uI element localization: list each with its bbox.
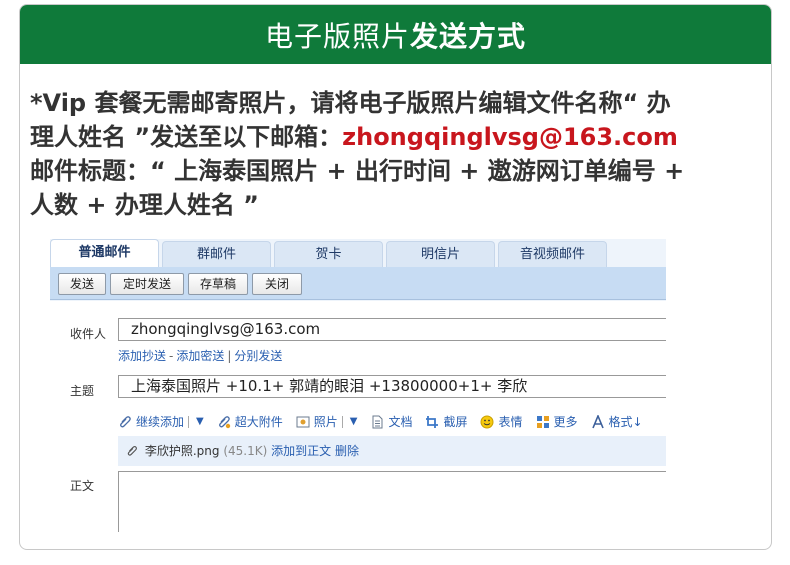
chevron-down-icon[interactable]: ▼ <box>196 416 204 427</box>
more-label: 更多 <box>553 415 578 429</box>
instruction-line-1: *Vip 套餐无需邮寄照片，请将电子版照片编辑文件名称“ 办 <box>30 89 671 117</box>
instruction-line-2-prefix: 理人姓名 ”发送至以下邮箱： <box>30 123 343 151</box>
instruction-line-2: 理人姓名 ”发送至以下邮箱：zhongqinglvsg@163.com <box>30 120 730 154</box>
divider <box>188 415 190 428</box>
photo-button[interactable]: 照片 ▼ <box>296 413 358 430</box>
document-button[interactable]: 文档 <box>370 413 412 430</box>
photo-icon <box>296 416 310 427</box>
separate-send-link[interactable]: 分别发送 <box>234 349 282 363</box>
divider <box>341 415 343 428</box>
add-cc-link[interactable]: 添加抄送 <box>118 349 166 363</box>
link-bar: | <box>227 349 232 363</box>
grid-icon <box>536 415 549 428</box>
more-button[interactable]: 更多 <box>536 413 578 430</box>
font-format-icon <box>591 414 604 428</box>
body-editor[interactable] <box>118 471 666 532</box>
continue-add-label: 继续添加 <box>136 415 185 429</box>
banner-title-bold: 发送方式 <box>410 19 527 53</box>
paperclip-icon <box>120 415 131 427</box>
compose-form-contents: 收件人 zhongqinglvsg@163.com 添加抄送 - 添加密送 | 分别发送… <box>50 239 666 532</box>
attachment-toolbar: 继续添加 ▼ 超大附件 照片 ▼ 文档 截屏 表情 更多 格式↓ <box>118 413 656 430</box>
continue-add-button[interactable]: 继续添加 ▼ <box>118 413 204 430</box>
instruction-line-4: 人数 + 办理人姓名 ” <box>30 191 259 219</box>
attachment-file-row: 李欣护照.png (45.1K) 添加到正文 删除 <box>118 436 666 466</box>
add-to-body-link[interactable]: 添加到正文 <box>271 444 331 458</box>
subject-label: 主题 <box>70 384 95 398</box>
delete-attachment-link[interactable]: 删除 <box>335 444 359 458</box>
link-dash: - <box>169 349 174 363</box>
add-bcc-link[interactable]: 添加密送 <box>176 349 224 363</box>
recipient-label: 收件人 <box>70 327 107 341</box>
subject-input[interactable]: 上海泰国照片 +10.1+ 郭靖的眼泪 +13800000+1+ 李欣 <box>118 375 666 398</box>
chevron-down-icon[interactable]: ▼ <box>350 416 358 427</box>
paperclip-large-icon <box>218 415 230 428</box>
instructions: *Vip 套餐无需邮寄照片，请将电子版照片编辑文件名称“ 办 理人姓名 ”发送至… <box>30 86 730 222</box>
format-button[interactable]: 格式↓ <box>591 413 643 430</box>
photo-label: 照片 <box>313 415 338 429</box>
emoji-button[interactable]: 表情 <box>480 413 523 430</box>
large-attachment-label: 超大附件 <box>234 415 283 429</box>
screenshot-icon <box>426 415 439 428</box>
format-label: 格式↓ <box>608 415 643 429</box>
paperclip-icon <box>127 446 137 456</box>
recipient-input[interactable]: zhongqinglvsg@163.com <box>118 318 666 341</box>
large-attachment-button[interactable]: 超大附件 <box>217 413 283 430</box>
body-label: 正文 <box>70 479 95 493</box>
screenshot-label: 截屏 <box>443 415 468 429</box>
document-icon <box>372 415 383 428</box>
banner: 电子版照片 发送方式 <box>20 5 771 64</box>
document-label: 文档 <box>388 415 413 429</box>
screenshot-button[interactable]: 截屏 <box>425 413 467 430</box>
target-email: zhongqinglvsg@163.com <box>342 123 678 151</box>
attachment-size: (45.1K) <box>223 444 268 458</box>
instruction-line-3: 邮件标题：“ 上海泰国照片 + 出行时间 + 遨游网订单编号 + <box>30 157 685 185</box>
cc-links: 添加抄送 - 添加密送 | 分别发送 <box>118 347 282 364</box>
banner-title-plain: 电子版照片 <box>264 19 410 53</box>
attachment-filename: 李欣护照.png <box>144 444 220 458</box>
smiley-icon <box>480 415 494 428</box>
emoji-label: 表情 <box>498 415 523 429</box>
